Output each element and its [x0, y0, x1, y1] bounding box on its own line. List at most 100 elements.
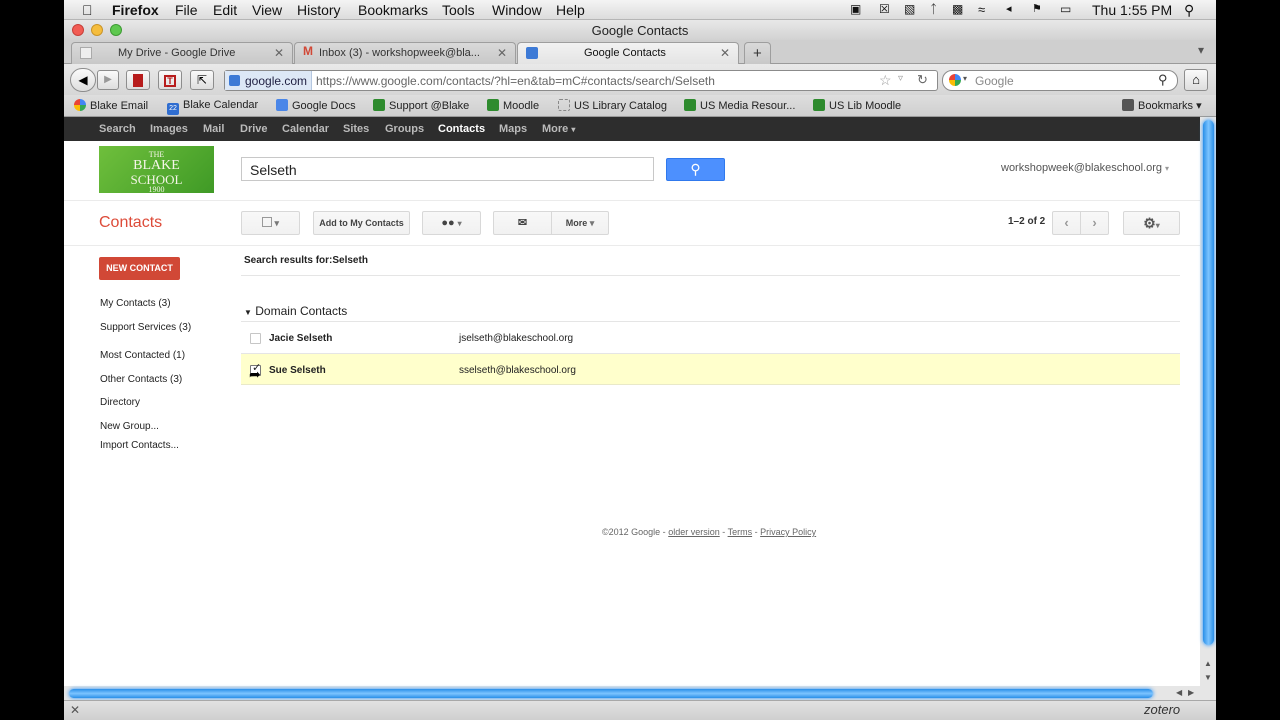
forward-button[interactable]: ▶: [97, 70, 119, 90]
scroll-up-icon[interactable]: ▲: [1204, 659, 1212, 668]
search-button[interactable]: ⚲: [666, 158, 725, 181]
url-bar[interactable]: google.com https://www.google.com/contac…: [224, 70, 938, 91]
url-text[interactable]: https://www.google.com/contacts/?hl=en&t…: [316, 74, 715, 88]
contact-checkbox[interactable]: [250, 333, 261, 344]
flag-icon[interactable]: ⚑: [1032, 2, 1042, 15]
next-page-button[interactable]: ›: [1080, 211, 1109, 235]
contacts-search-input[interactable]: Selseth: [241, 157, 654, 181]
menu-file[interactable]: File: [175, 2, 198, 18]
google-engine-icon[interactable]: [949, 74, 961, 86]
gbar-mail[interactable]: Mail: [203, 123, 224, 135]
more-button[interactable]: More ▾: [551, 211, 609, 235]
gbar-more[interactable]: More ▾: [542, 123, 575, 135]
sidebar-item-other-contacts[interactable]: Other Contacts (3): [100, 374, 182, 385]
bookmark-us-lib-moodle[interactable]: US Lib Moodle: [813, 99, 901, 112]
display-icon[interactable]: ▩: [952, 2, 963, 16]
prev-page-button[interactable]: ‹: [1052, 211, 1081, 235]
camera-icon[interactable]: ▣: [850, 2, 861, 16]
groups-button[interactable]: ●● ▾: [422, 211, 481, 235]
menu-history[interactable]: History: [297, 2, 341, 18]
menu-bookmarks[interactable]: Bookmarks: [358, 2, 428, 18]
tab-list-icon[interactable]: ▾: [1198, 43, 1204, 57]
engine-dropdown-icon[interactable]: ▾: [963, 74, 967, 83]
apple-icon[interactable]: : [82, 2, 93, 18]
back-button[interactable]: ◀: [70, 68, 96, 92]
privacy-policy-link[interactable]: Privacy Policy: [760, 527, 816, 537]
settings-button[interactable]: ⚙▾: [1123, 211, 1180, 235]
gbar-maps[interactable]: Maps: [499, 123, 527, 135]
bookmark-us-library-catalog[interactable]: US Library Catalog: [558, 99, 667, 112]
contact-row[interactable]: Jacie Selseth jselseth@blakeschool.org: [241, 322, 1180, 353]
tab-google-drive[interactable]: My Drive - Google Drive ✕: [71, 42, 293, 64]
menu-edit[interactable]: Edit: [213, 2, 237, 18]
gbar-drive[interactable]: Drive: [240, 123, 268, 135]
search-bar[interactable]: ▾ Google ⚲: [942, 70, 1178, 91]
search-icon[interactable]: ⚲: [1158, 72, 1168, 88]
menu-help[interactable]: Help: [556, 2, 585, 18]
contact-name[interactable]: Jacie Selseth: [269, 333, 332, 344]
bookmark-blake-email[interactable]: Blake Email: [74, 99, 148, 112]
select-menu-button[interactable]: ▾: [241, 211, 300, 235]
menu-tools[interactable]: Tools: [442, 2, 475, 18]
email-button[interactable]: ✉: [493, 211, 552, 235]
tab-google-contacts[interactable]: Google Contacts ✕: [517, 42, 739, 64]
close-tab-icon[interactable]: ✕: [720, 46, 730, 60]
add-to-my-contacts-button[interactable]: Add to My Contacts: [313, 211, 410, 235]
bookmark-blake-calendar[interactable]: 22 Blake Calendar: [167, 99, 258, 115]
sidebar-item-my-contacts[interactable]: My Contacts (3): [100, 298, 171, 309]
menu-app-name[interactable]: Firefox: [112, 2, 159, 18]
contact-email[interactable]: jselseth@blakeschool.org: [459, 333, 573, 344]
zoom-window-icon[interactable]: [110, 24, 122, 36]
blake-school-logo[interactable]: THE BLAKE SCHOOL 1900: [99, 146, 214, 194]
dropbox-icon[interactable]: ▧: [904, 2, 915, 16]
horizontal-scroll-thumb[interactable]: [69, 689, 1153, 698]
zotero-button[interactable]: zotero: [1144, 702, 1180, 717]
sidebar-item-support-services[interactable]: Support Services (3): [100, 322, 191, 333]
tool-button[interactable]: T: [158, 70, 182, 90]
scroll-down-icon[interactable]: ▼: [1204, 673, 1212, 682]
close-tab-icon[interactable]: ✕: [497, 46, 507, 60]
sidebar-item-import-contacts[interactable]: Import Contacts...: [100, 440, 179, 451]
gbar-search[interactable]: Search: [99, 123, 136, 135]
bookmark-google-docs[interactable]: Google Docs: [276, 99, 356, 112]
home-button[interactable]: ⌂: [1184, 69, 1208, 91]
gbar-groups[interactable]: Groups: [385, 123, 424, 135]
close-tab-icon[interactable]: ✕: [274, 46, 284, 60]
older-version-link[interactable]: older version: [668, 527, 720, 537]
sidebar-item-new-group[interactable]: New Group...: [100, 421, 159, 432]
tab-inbox[interactable]: M Inbox (3) - workshopweek@bla... ✕: [294, 42, 516, 64]
close-box-icon[interactable]: ☒: [879, 2, 890, 16]
share-button[interactable]: ⇱: [190, 70, 214, 90]
battery-icon[interactable]: ▭: [1060, 2, 1071, 16]
spotlight-icon[interactable]: ⚲: [1184, 2, 1194, 19]
volume-icon[interactable]: ◂: [1006, 2, 1012, 15]
terms-link[interactable]: Terms: [728, 527, 753, 537]
site-identity[interactable]: google.com: [225, 71, 312, 90]
gbar-calendar[interactable]: Calendar: [282, 123, 329, 135]
close-window-icon[interactable]: [72, 24, 84, 36]
clock[interactable]: Thu 1:55 PM: [1092, 2, 1172, 18]
gbar-sites[interactable]: Sites: [343, 123, 369, 135]
gbar-images[interactable]: Images: [150, 123, 188, 135]
scroll-right-icon[interactable]: ▶: [1188, 688, 1194, 697]
readlater-button[interactable]: [126, 70, 150, 90]
minimize-window-icon[interactable]: [91, 24, 103, 36]
bookmark-star-icon[interactable]: ☆: [879, 72, 892, 89]
new-contact-button[interactable]: NEW CONTACT: [99, 257, 180, 280]
close-addon-bar-icon[interactable]: ✕: [70, 703, 80, 717]
menu-view[interactable]: View: [252, 2, 282, 18]
url-dropdown-icon[interactable]: ▿: [898, 73, 903, 84]
menu-window[interactable]: Window: [492, 2, 542, 18]
scroll-left-icon[interactable]: ◀: [1176, 688, 1182, 697]
bluetooth-icon[interactable]: ᛏ: [930, 2, 937, 16]
new-tab-button[interactable]: +: [744, 42, 771, 64]
bookmark-moodle[interactable]: Moodle: [487, 99, 539, 112]
contact-email[interactable]: sselseth@blakeschool.org: [459, 365, 576, 376]
contact-name[interactable]: Sue Selseth: [269, 365, 326, 376]
sidebar-item-directory[interactable]: Directory: [100, 397, 140, 408]
domain-contacts-section[interactable]: ▼ Domain Contacts: [244, 304, 347, 318]
account-menu[interactable]: workshopweek@blakeschool.org ▾: [1001, 162, 1169, 174]
gbar-contacts[interactable]: Contacts: [438, 123, 485, 135]
bookmark-us-media-resources[interactable]: US Media Resour...: [684, 99, 795, 112]
contact-row-selected[interactable]: ✓ Sue Selseth sselseth@blakeschool.org: [241, 354, 1180, 385]
